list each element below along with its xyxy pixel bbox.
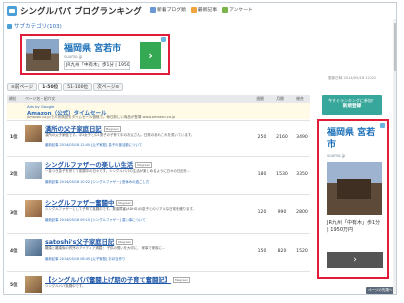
tab-rank-1-50[interactable]: 1-50位 bbox=[38, 83, 63, 91]
ad-domain: suumo.jp bbox=[64, 54, 83, 59]
weekly-points: 120 bbox=[257, 210, 267, 215]
latest-post-link[interactable]: 最新記事 2014/05/18 10:22 [シングルファザー] 夏休みの過ごし… bbox=[45, 180, 255, 185]
tab-prev-page[interactable]: ≡前ページ bbox=[7, 83, 38, 91]
vertical-scrollbar[interactable] bbox=[393, 19, 396, 294]
ranking-table-header: 順位 ページ名・紹介文 週間 月間 総合 bbox=[7, 95, 310, 103]
tab-next-page[interactable]: 次ページ≡ bbox=[93, 83, 124, 91]
site-header: シングルパパ ブログランキング 新着ブログ順 最新記事 アンケート bbox=[4, 3, 396, 19]
ranking-row: 3位 シングルファザー奮闘中 Megreen シングルファザーとして子育て奮闘中で… bbox=[7, 194, 310, 232]
nav-new-blogs[interactable]: 新着ブログ順 bbox=[150, 6, 186, 13]
weekly-points: 250 bbox=[257, 135, 267, 140]
total-points: 2800 bbox=[296, 210, 308, 215]
back-to-top-button[interactable]: ページの先頭へ bbox=[366, 287, 395, 294]
join-ranking-button[interactable]: 今すぐランキングに参加！ 新規登録 bbox=[322, 95, 382, 115]
ad-description: JR九州「中有木」歩1分 | 1950万円 bbox=[64, 61, 130, 70]
ad-house-photo bbox=[26, 39, 59, 71]
subcategory-link[interactable]: サブカテゴリ(103) bbox=[7, 22, 62, 30]
update-timestamp: 更新日時 2014/05/18 12:00 bbox=[328, 76, 376, 80]
sponsored-link[interactable]: Ads by Google Amazon（公式）タイムセール Amazon.co… bbox=[7, 103, 310, 119]
rank-number: 2位 bbox=[10, 172, 18, 177]
monthly-points: 1530 bbox=[276, 172, 288, 177]
browser-frame: シングルパパ ブログランキング 新着ブログ順 最新記事 アンケート サブカテゴリ… bbox=[3, 2, 397, 295]
ad-choices-icon[interactable] bbox=[161, 37, 166, 42]
book-icon bbox=[150, 6, 156, 13]
ad-go-button[interactable]: › bbox=[140, 42, 161, 69]
rss-icon bbox=[190, 6, 197, 13]
ranking-row: 5位 【シングルパパ奮闘上げ期の子育て奮闘記】 Megreen シングルパパ奮闘中… bbox=[7, 271, 310, 294]
ranking-row: 4位 satoshi's父子家庭日記 Megreen 離婚と離婚後の育児のアイディ… bbox=[7, 233, 310, 270]
rank-number: 5位 bbox=[10, 283, 18, 288]
monthly-points: 820 bbox=[277, 249, 287, 254]
rank-number: 1位 bbox=[10, 135, 18, 140]
blog-thumbnail[interactable] bbox=[25, 276, 42, 293]
monthly-points: 990 bbox=[277, 210, 287, 215]
blog-thumbnail[interactable] bbox=[25, 200, 42, 217]
nav-survey[interactable]: アンケート bbox=[222, 6, 253, 13]
weekly-points: 180 bbox=[257, 172, 267, 177]
blog-thumbnail[interactable] bbox=[25, 239, 42, 256]
ad-house-photo bbox=[327, 162, 382, 215]
latest-post-link[interactable]: 最新記事 2014/05/18 12:00 [父子家庭] 息子の部活動について bbox=[45, 143, 255, 148]
ad-go-button[interactable]: › bbox=[327, 252, 383, 268]
site-title[interactable]: シングルパパ ブログランキング bbox=[20, 5, 142, 17]
blog-description: 離婚と離婚後の育児のアイディア満載！ 子供の想いを大切に、 家事で家族に… bbox=[45, 246, 166, 250]
ranking-row: 1位 漢所の父子家庭日記 Megreen 漢所の父子家庭です。中3女子と中1男子の… bbox=[7, 120, 310, 155]
header-nav: 新着ブログ順 最新記事 アンケート bbox=[150, 6, 253, 13]
ranking-row: 2位 シングルファザーの楽しい生活 Megreen 一息つき息子を育てて奮闘中の日… bbox=[7, 156, 310, 193]
weekly-points: 150 bbox=[257, 249, 267, 254]
total-points: 1520 bbox=[296, 249, 308, 254]
top-ad-banner[interactable]: 福岡県 宮若市 suumo.jp JR九州「中有木」歩1分 | 1950万円 › bbox=[20, 34, 170, 75]
blog-thumbnail[interactable] bbox=[25, 125, 42, 142]
blog-description: シングルファザーとして子育て奮闘中です。発達障害(ADHD)の息子とのリアルな日… bbox=[45, 207, 196, 211]
blog-title-link[interactable]: シングルファザーの楽しい生活 Megreen bbox=[45, 160, 153, 169]
ad-title[interactable]: 福岡県 宮若市 bbox=[327, 127, 383, 151]
folder-icon bbox=[7, 23, 12, 29]
scrollbar-thumb[interactable] bbox=[394, 23, 396, 71]
tab-rank-51-100[interactable]: 51-100位 bbox=[63, 83, 93, 91]
pagination-tabs: ≡前ページ 1-50位 51-100位 次ページ≡ bbox=[7, 83, 124, 91]
ad-domain: suumo.jp bbox=[327, 153, 346, 158]
blog-title-link[interactable]: 漢所の父子家庭日記 Megreen bbox=[45, 124, 121, 133]
monthly-points: 2160 bbox=[276, 135, 288, 140]
ad-title[interactable]: 福岡県 宮若市 bbox=[64, 41, 121, 54]
blog-description: 漢所の父子家庭です。中3女子と中1男子の子育て中のお父さん。日常のあれこれを書い… bbox=[45, 133, 195, 137]
site-logo-icon bbox=[7, 6, 17, 16]
blog-title-link[interactable]: 【シングルパパ奮闘上げ期の子育て奮闘記】 Megreen bbox=[45, 275, 191, 284]
side-ad-banner[interactable]: 福岡県 宮若市 suumo.jp JR九州「中有木」歩1分 | 1950万円 › bbox=[317, 119, 389, 279]
rank-number: 4位 bbox=[10, 249, 18, 254]
nav-latest-posts[interactable]: 最新記事 bbox=[190, 6, 217, 13]
latest-post-link[interactable]: 最新記事 2014/05/18 09:10 [シングルファザー] 習い事について bbox=[45, 218, 255, 223]
survey-icon bbox=[222, 6, 228, 13]
blog-title-link[interactable]: シングルファザー奮闘中 Megreen bbox=[45, 198, 134, 207]
total-points: 3490 bbox=[296, 135, 308, 140]
latest-post-link[interactable]: 最新記事 2014/05/18 08:45 [父子家庭] お弁当作り bbox=[45, 257, 255, 262]
blog-thumbnail[interactable] bbox=[25, 162, 42, 179]
total-points: 3350 bbox=[296, 172, 308, 177]
blog-title-link[interactable]: satoshi's父子家庭日記 Megreen bbox=[45, 237, 134, 246]
blog-description: 一息つき息子を育てて奮闘中の日々です。シングルパパの生活が楽しめるように日々の日… bbox=[45, 169, 191, 173]
rank-number: 3位 bbox=[10, 211, 18, 216]
ad-description: JR九州「中有木」歩1分 | 1950万円 bbox=[327, 220, 381, 233]
blog-description: シングルパパ奮闘中です。 bbox=[45, 284, 86, 288]
